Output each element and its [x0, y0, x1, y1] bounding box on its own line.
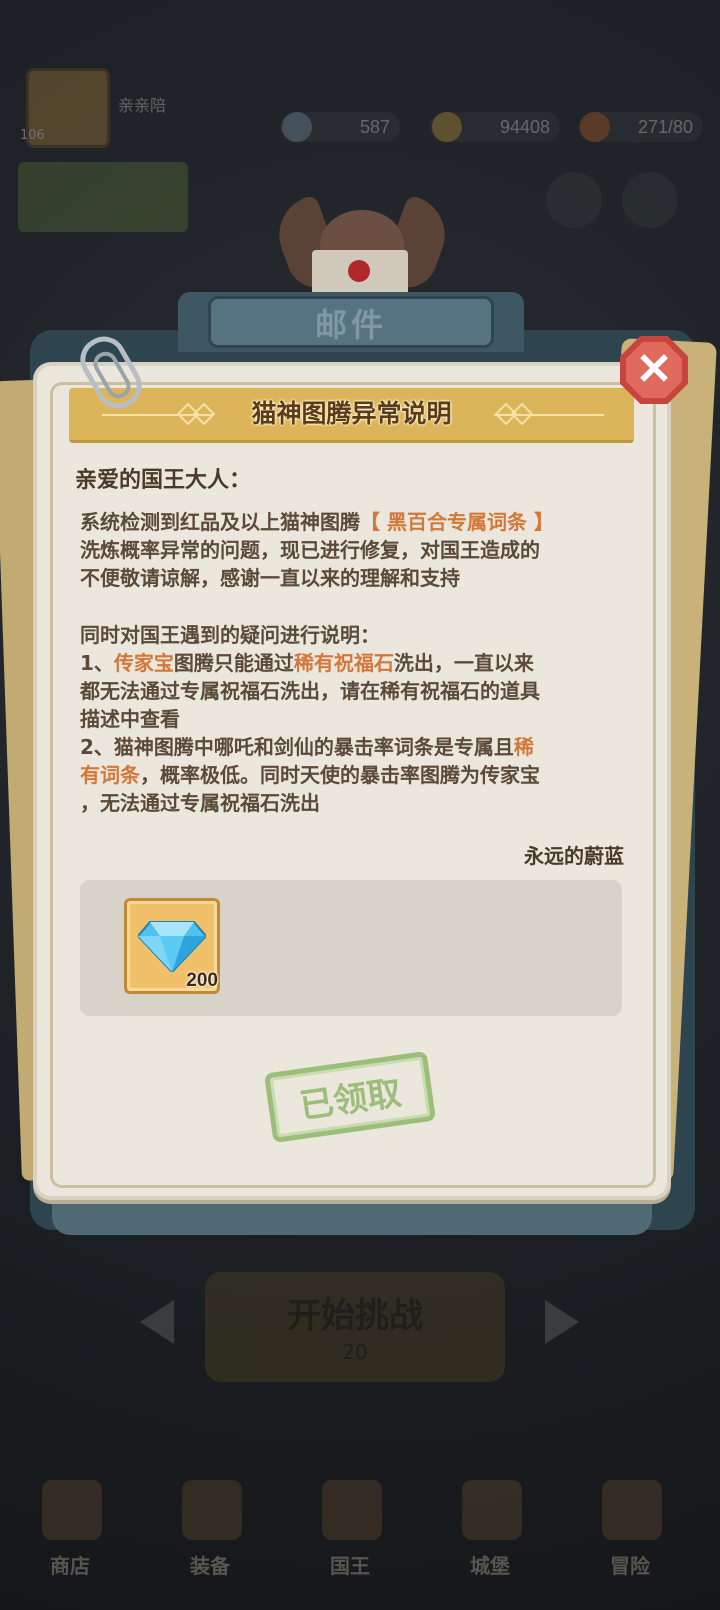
mail-book-bottom: [52, 1195, 652, 1235]
player-level: 106: [20, 128, 45, 143]
mail-header-title: 邮件: [314, 306, 387, 344]
player-name: 亲亲陪: [118, 96, 167, 115]
castle-icon: [462, 1480, 522, 1540]
gold-resource: 94408: [430, 112, 560, 142]
highlight-text: 有词条: [80, 763, 140, 787]
paragraph-line: 有词条，概率极低。同时天使的暴击率图腾为传家宝: [80, 761, 628, 789]
bottom-nav: 商店 装备 国王 城堡 冒险: [0, 1450, 720, 1610]
event-banner: [18, 162, 188, 232]
text-span: 2、猫神图腾中哪吒和剑仙的暴击率词条是专属且: [80, 735, 514, 759]
mail-paragraph-1: 系统检测到红品及以上猫神图腾【 黑百合专属词条 】 洗炼概率异常的问题，现已进行…: [80, 508, 628, 592]
start-challenge-cost: 20: [342, 1340, 368, 1364]
planet-icon: [602, 1480, 662, 1540]
start-challenge-label: 开始挑战: [287, 1296, 423, 1336]
prev-arrow-icon: [140, 1300, 174, 1344]
close-icon[interactable]: ✕: [620, 342, 688, 398]
nav-item-king: 国王: [300, 1480, 400, 1580]
paragraph-line: 都无法通过专属祝福石洗出，请在稀有祝福石的道具: [80, 679, 540, 703]
owl-mascot-icon: [268, 190, 456, 300]
crown-icon: [322, 1480, 382, 1540]
paragraph-line: 系统检测到红品及以上猫神图腾【 黑百合专属词条 】: [80, 508, 628, 536]
paragraph-line: ，无法通过专属祝福石洗出: [80, 791, 320, 815]
stamina-resource: 271/80: [578, 112, 703, 142]
text-span: ，概率极低。同时天使的暴击率图腾为传家宝: [140, 763, 540, 787]
next-arrow-icon: [545, 1300, 579, 1344]
nav-label: 城堡: [470, 1554, 510, 1578]
highlight-text: 【 黑百合专属词条 】: [360, 510, 554, 534]
nav-label: 国王: [330, 1554, 370, 1578]
paragraph-line: 1、传家宝图腾只能通过稀有祝福石洗出，一直以来: [80, 649, 628, 677]
stamina-resource-value: 271/80: [637, 117, 693, 137]
start-challenge-button: 开始挑战 20: [205, 1272, 505, 1382]
nav-item-castle: 城堡: [440, 1480, 540, 1580]
text-span: 1、: [80, 651, 114, 675]
mail-paragraph-2: 同时对国王遇到的疑问进行说明： 1、传家宝图腾只能通过稀有祝福石洗出，一直以来 …: [80, 621, 628, 817]
nav-item-equipment: 装备: [160, 1480, 260, 1580]
nav-label: 冒险: [610, 1554, 650, 1578]
diamond-icon: [138, 921, 206, 972]
gem-resource-value: 587: [359, 117, 390, 137]
gem-resource-icon: [282, 112, 312, 142]
highlight-text: 稀有祝福石: [293, 651, 394, 675]
stamina-icon: [580, 112, 610, 142]
gold-resource-value: 94408: [499, 117, 550, 137]
highlight-text: 稀: [513, 735, 534, 759]
side-menu-icon: [622, 172, 678, 228]
paragraph-line: 洗炼概率异常的问题，现已进行修复，对国王造成的: [80, 538, 540, 562]
highlight-text: 传家宝: [113, 651, 174, 675]
text-span: 图腾只能通过: [173, 651, 294, 675]
gem-resource: 587: [280, 112, 400, 142]
nav-item-adventure: 冒险: [580, 1480, 680, 1580]
coin-icon: [432, 112, 462, 142]
shop-icon: [42, 1480, 102, 1540]
mail-title: 猫神图腾异常说明: [251, 399, 452, 428]
paragraph-line: 同时对国王遇到的疑问进行说明：: [80, 623, 380, 647]
mail-signature: 永远的蔚蓝: [524, 844, 624, 868]
paragraph-line: 不便敬请谅解，感谢一直以来的理解和支持: [80, 566, 460, 590]
nav-label: 装备: [190, 1554, 230, 1578]
text-span: 系统检测到红品及以上猫神图腾: [80, 510, 360, 534]
nav-label: 商店: [50, 1554, 90, 1578]
reward-count: 200: [186, 970, 218, 991]
paragraph-line: 描述中查看: [80, 707, 180, 731]
equipment-icon: [182, 1480, 242, 1540]
nav-item-shop: 商店: [20, 1480, 120, 1580]
top-hud: 106 亲亲陪 587 94408 271/80: [0, 62, 720, 232]
paragraph-line: 2、猫神图腾中哪吒和剑仙的暴击率词条是专属且稀: [80, 733, 628, 761]
side-menu-icon: [546, 172, 602, 228]
text-span: 洗出，一直以来: [393, 651, 534, 675]
mail-greeting: 亲爱的国王大人：: [75, 468, 252, 493]
